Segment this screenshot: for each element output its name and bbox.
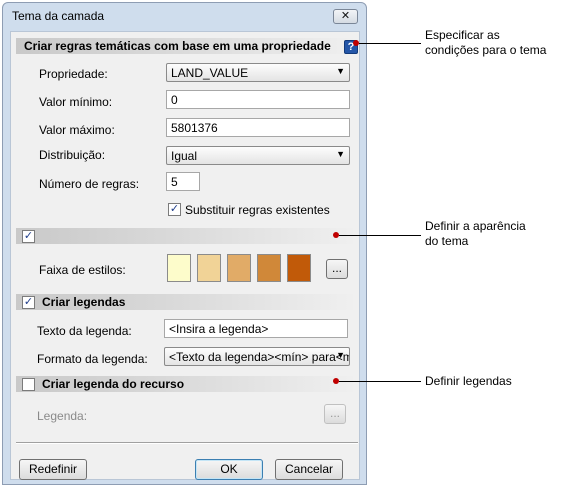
legend-text-input[interactable]: <Insira a legenda> [164, 319, 348, 338]
legend-label: Legenda: [37, 409, 88, 423]
layer-theme-dialog: Tema da camada ✕ Criar regras temáticas … [2, 2, 367, 485]
feature-legend-section-header: Criar legenda do recurso [16, 376, 358, 392]
replace-rules-checkbox[interactable]: ✓ [168, 203, 181, 216]
style-swatch-4[interactable] [257, 254, 281, 282]
close-button[interactable]: ✕ [333, 9, 358, 24]
replace-rules-label: Substituir regras existentes [185, 203, 330, 217]
style-swatch-3[interactable] [227, 254, 251, 282]
rule-count-input[interactable]: 5 [166, 172, 200, 191]
cancel-button[interactable]: Cancelar [275, 459, 343, 480]
window-title: Tema da camada [12, 9, 105, 23]
callout-legends: Definir legendas [425, 374, 512, 388]
appearance-checkbox[interactable]: ✓ [22, 230, 35, 243]
style-swatch-5[interactable] [287, 254, 311, 282]
distribution-label: Distribuição: [39, 148, 106, 162]
ok-button[interactable]: OK [195, 459, 263, 480]
chevron-down-icon: ▼ [336, 149, 345, 159]
reset-button[interactable]: Redefinir [19, 459, 87, 480]
property-value: LAND_VALUE [171, 66, 249, 80]
chevron-down-icon: ▼ [336, 350, 345, 360]
max-value-label: Valor máximo: [39, 123, 115, 137]
appearance-section-header [16, 228, 358, 244]
feature-legend-checkbox[interactable] [22, 378, 35, 391]
callout-conditions: Especificar as condições para o tema [425, 28, 547, 57]
legend-format-dropdown[interactable]: <Texto da legenda><mín> para<m ▼ [164, 347, 350, 366]
rules-section-header: Criar regras temáticas com base em uma p… [16, 38, 358, 54]
distribution-value: Igual [171, 149, 198, 163]
callout-line [339, 235, 421, 236]
style-swatch-2[interactable] [197, 254, 221, 282]
max-value-input[interactable]: 5801376 [166, 118, 350, 137]
style-swatch-1[interactable] [167, 254, 191, 282]
legend-format-value: <Texto da legenda><mín> para<m [169, 350, 350, 364]
style-range-browse-button[interactable]: ... [326, 259, 348, 279]
feature-legend-section-title: Criar legenda do recurso [42, 377, 185, 391]
chevron-down-icon: ▼ [336, 66, 345, 76]
rule-count-label: Número de regras: [39, 177, 140, 191]
callout-line [339, 381, 421, 382]
callout-appearance: Definir a aparência do tema [425, 219, 526, 248]
callout-line [359, 43, 421, 44]
property-dropdown[interactable]: LAND_VALUE ▼ [166, 63, 350, 82]
distribution-dropdown[interactable]: Igual ▼ [166, 146, 350, 165]
create-legends-checkbox[interactable]: ✓ [22, 296, 35, 309]
legend-format-label: Formato da legenda: [37, 352, 148, 366]
feature-legend-browse-button[interactable]: ... [324, 404, 346, 424]
property-label: Propriedade: [39, 67, 108, 81]
title-bar[interactable]: Tema da camada ✕ [3, 3, 366, 29]
bottom-divider [16, 442, 358, 444]
rules-section-title: Criar regras temáticas com base em uma p… [24, 39, 331, 53]
min-value-label: Valor mínimo: [39, 95, 113, 109]
legends-section-header: Criar legendas [16, 294, 358, 310]
legends-section-title: Criar legendas [42, 295, 126, 309]
dialog-content: Criar regras temáticas com base em uma p… [10, 31, 360, 480]
style-range-label: Faixa de estilos: [39, 263, 126, 277]
legend-text-label: Texto da legenda: [37, 324, 132, 338]
min-value-input[interactable]: 0 [166, 90, 350, 109]
